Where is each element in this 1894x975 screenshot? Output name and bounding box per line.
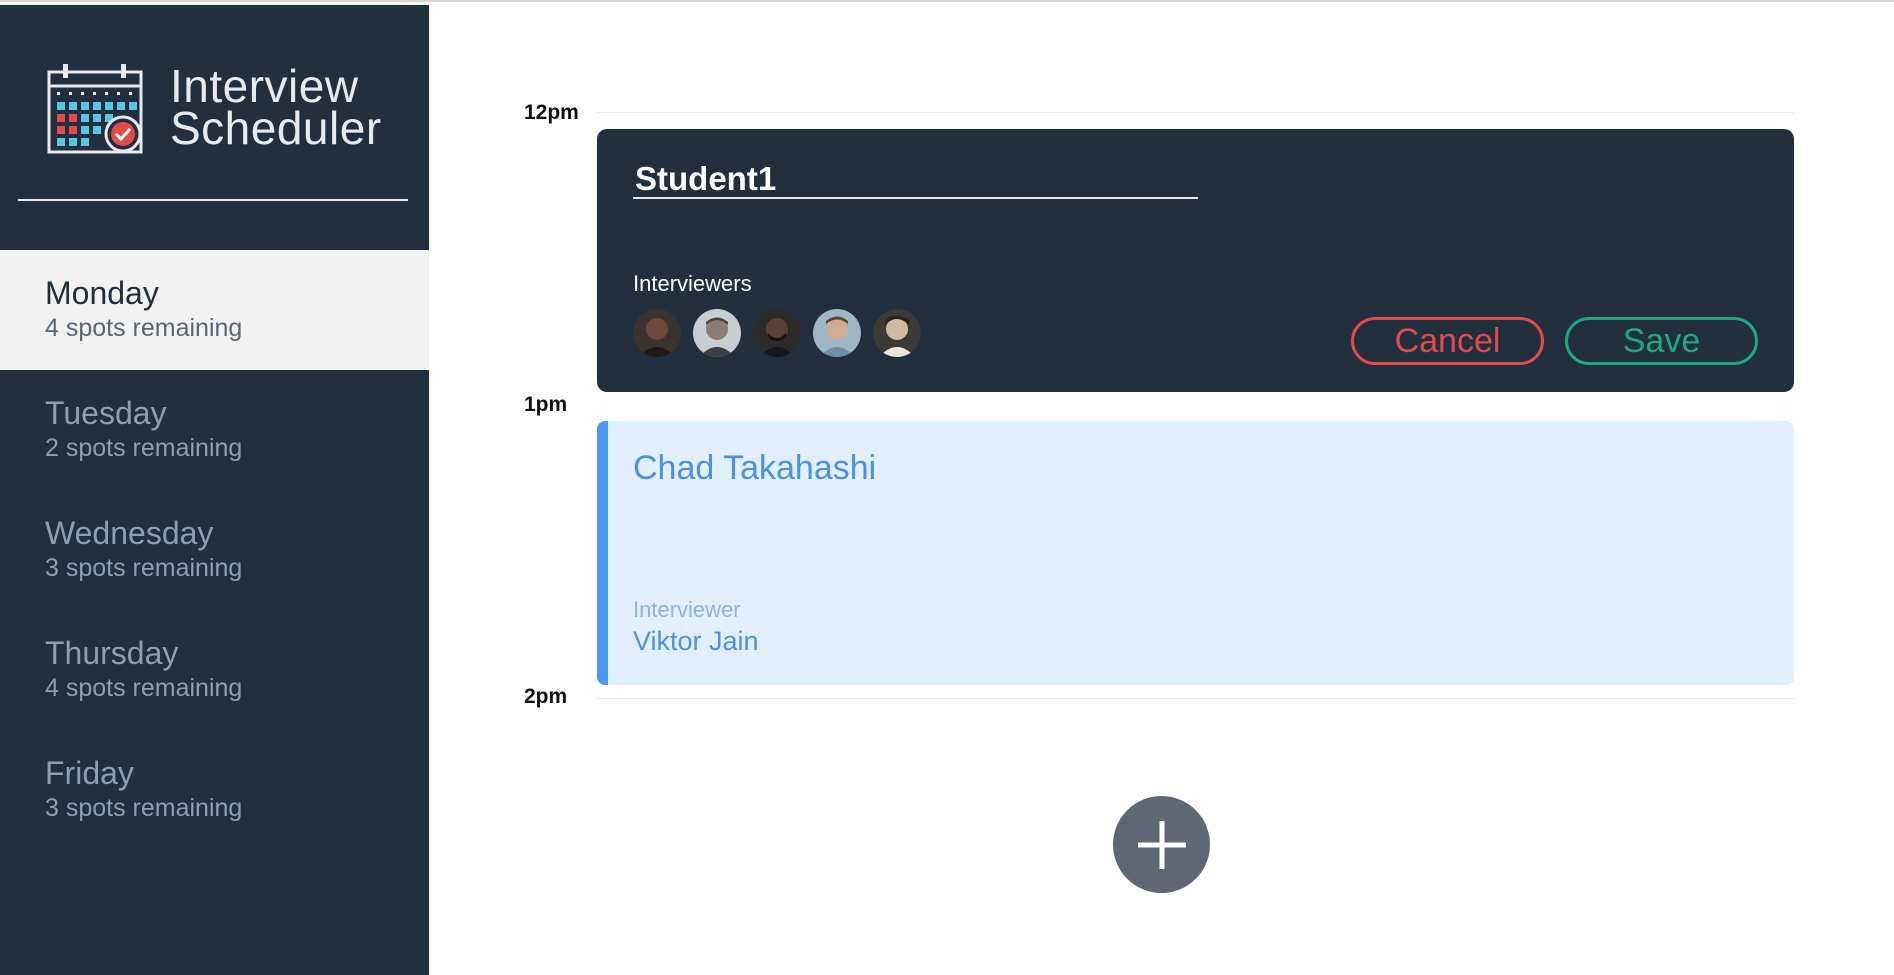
- student-name-input[interactable]: Student1: [633, 159, 1198, 199]
- cancel-button[interactable]: Cancel: [1351, 317, 1544, 365]
- day-spots: 2 spots remaining: [45, 434, 243, 462]
- save-button[interactable]: Save: [1565, 317, 1758, 365]
- day-name: Wednesday: [45, 515, 214, 551]
- appointment-edit-form: Student1 Interviewers Cancel Save: [597, 129, 1794, 392]
- interviewer-avatar[interactable]: [873, 309, 921, 357]
- day-item-friday[interactable]: Friday 3 spots remaining: [0, 730, 429, 850]
- sidebar: Interview Scheduler Monday 4 spots remai…: [0, 5, 429, 975]
- day-spots: 3 spots remaining: [45, 554, 243, 582]
- day-list: Monday 4 spots remaining Tuesday 2 spots…: [0, 250, 429, 850]
- day-item-thursday[interactable]: Thursday 4 spots remaining: [0, 610, 429, 730]
- top-border: [0, 0, 1894, 4]
- day-item-monday[interactable]: Monday 4 spots remaining: [0, 250, 429, 370]
- day-item-tuesday[interactable]: Tuesday 2 spots remaining: [0, 370, 429, 490]
- day-spots: 4 spots remaining: [45, 674, 243, 702]
- hour-line: [597, 698, 1794, 699]
- app-title-line2: Scheduler: [170, 102, 382, 154]
- app-title-line1: Interview: [170, 60, 359, 112]
- add-appointment-button[interactable]: [1113, 796, 1210, 893]
- day-spots: 3 spots remaining: [45, 794, 243, 822]
- interviewer-avatar[interactable]: [693, 309, 741, 357]
- day-spots: 4 spots remaining: [45, 314, 243, 342]
- day-name: Tuesday: [45, 395, 167, 431]
- day-name: Monday: [45, 275, 159, 311]
- interviewer-avatar[interactable]: [813, 309, 861, 357]
- appointment-card[interactable]: Chad Takahashi Interviewer Viktor Jain: [597, 421, 1794, 685]
- day-item-wednesday[interactable]: Wednesday 3 spots remaining: [0, 490, 429, 610]
- appointment-interviewer-name: Viktor Jain: [633, 626, 759, 656]
- calendar-check-icon: [47, 64, 143, 154]
- interviewer-list: [633, 309, 921, 357]
- hour-label: 1pm: [524, 393, 568, 416]
- app-title: Interview Scheduler: [170, 60, 382, 154]
- interviewer-avatar[interactable]: [753, 309, 801, 357]
- interviewers-label: Interviewers: [633, 271, 752, 296]
- appointment-student: Chad Takahashi: [633, 449, 877, 487]
- interviewer-avatar[interactable]: [633, 309, 681, 357]
- day-name: Thursday: [45, 635, 179, 671]
- hour-label: 2pm: [524, 685, 568, 708]
- plus-icon: [1137, 820, 1186, 869]
- day-name: Friday: [45, 755, 134, 791]
- sidebar-divider: [18, 199, 408, 201]
- schedule: 12pm Student1 Interviewers Cancel Save 1…: [429, 5, 1894, 975]
- appointment-interviewer-label: Interviewer: [633, 597, 741, 622]
- hour-label: 12pm: [524, 101, 579, 124]
- hour-line: [597, 112, 1794, 113]
